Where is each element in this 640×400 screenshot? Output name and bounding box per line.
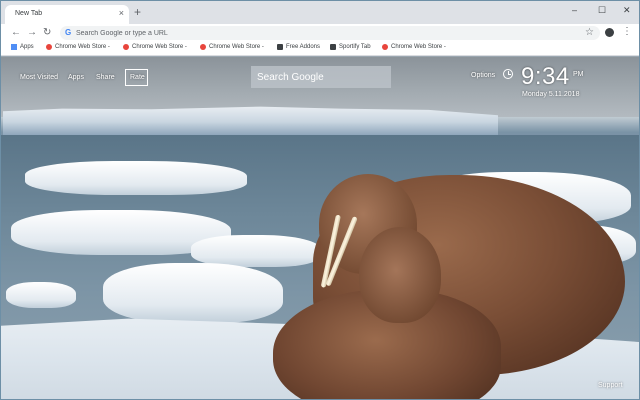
apps-link[interactable]: Apps bbox=[68, 74, 84, 81]
toolbar: ← → ↻ G ☆ ⋮ bbox=[1, 24, 639, 42]
google-g-icon: G bbox=[65, 28, 72, 37]
bookmark-label: Chrome Web Store - bbox=[391, 44, 446, 50]
support-link[interactable]: Support bbox=[598, 382, 623, 389]
chrome-web-store-icon bbox=[200, 44, 206, 50]
minimize-icon[interactable]: – bbox=[572, 5, 577, 15]
rate-label: Rate bbox=[130, 74, 145, 81]
tab-close-icon[interactable]: × bbox=[119, 8, 124, 18]
bookmark-label: Chrome Web Store - bbox=[209, 44, 264, 50]
bookmark-apps[interactable]: Apps bbox=[11, 44, 34, 50]
bookmark-chrome-web-store[interactable]: Chrome Web Store - bbox=[382, 44, 446, 50]
omnibox-input[interactable] bbox=[76, 26, 576, 40]
tab-strip: New Tab × + – ☐ ✕ bbox=[1, 1, 639, 24]
bookmark-label: Chrome Web Store - bbox=[132, 44, 187, 50]
clock-ampm: PM bbox=[573, 71, 584, 78]
walrus-head bbox=[359, 227, 441, 323]
apps-grid-icon bbox=[11, 44, 17, 50]
bookmark-label: Chrome Web Store - bbox=[55, 44, 110, 50]
background-photo bbox=[1, 57, 639, 399]
back-icon[interactable]: ← bbox=[11, 27, 21, 39]
clock-date: Monday 5.11.2018 bbox=[522, 91, 580, 98]
maximize-icon[interactable]: ☐ bbox=[598, 5, 606, 15]
search-input[interactable] bbox=[251, 66, 391, 88]
most-visited-link[interactable]: Most Visited bbox=[20, 74, 58, 81]
clock-time: 9:34 bbox=[521, 63, 570, 90]
ice-floe bbox=[103, 263, 283, 323]
bookmark-label: Sportify Tab bbox=[339, 44, 371, 50]
window-close-icon[interactable]: ✕ bbox=[623, 5, 631, 15]
menu-kebab-icon[interactable]: ⋮ bbox=[622, 26, 632, 38]
ice-floe bbox=[6, 282, 76, 308]
chrome-web-store-icon bbox=[46, 44, 52, 50]
omnibox[interactable]: G bbox=[60, 26, 600, 40]
forward-icon[interactable]: → bbox=[27, 27, 37, 39]
share-link[interactable]: Share bbox=[96, 74, 115, 81]
tab-title: New Tab bbox=[15, 10, 43, 17]
bookmark-sportify-tab[interactable]: Sportify Tab bbox=[330, 44, 371, 50]
browser-window: New Tab × + – ☐ ✕ ← → ↻ G ☆ ⋮ Apps Chrom… bbox=[0, 0, 640, 400]
chrome-web-store-icon bbox=[382, 44, 388, 50]
sportify-icon bbox=[330, 44, 336, 50]
bookmark-free-addons[interactable]: Free Addons bbox=[277, 44, 320, 50]
bookmark-label: Apps bbox=[20, 44, 34, 50]
new-tab-icon[interactable]: + bbox=[134, 6, 141, 18]
bookmark-star-icon[interactable]: ☆ bbox=[585, 27, 594, 39]
options-link[interactable]: Options bbox=[471, 72, 495, 79]
ice-floe bbox=[25, 161, 247, 195]
bookmark-chrome-web-store[interactable]: Chrome Web Store - bbox=[46, 44, 110, 50]
clock-icon[interactable] bbox=[503, 69, 513, 79]
bookmarks-bar: Apps Chrome Web Store - Chrome Web Store… bbox=[1, 42, 639, 56]
reload-icon[interactable]: ↻ bbox=[43, 27, 51, 39]
bookmark-label: Free Addons bbox=[286, 44, 321, 50]
bookmark-chrome-web-store[interactable]: Chrome Web Store - bbox=[123, 44, 187, 50]
free-addons-icon bbox=[277, 44, 283, 50]
bookmark-chrome-web-store[interactable]: Chrome Web Store - bbox=[200, 44, 264, 50]
tab-new-tab[interactable]: New Tab × bbox=[5, 5, 129, 24]
profile-avatar-icon[interactable] bbox=[605, 28, 614, 37]
chrome-web-store-icon bbox=[123, 44, 129, 50]
